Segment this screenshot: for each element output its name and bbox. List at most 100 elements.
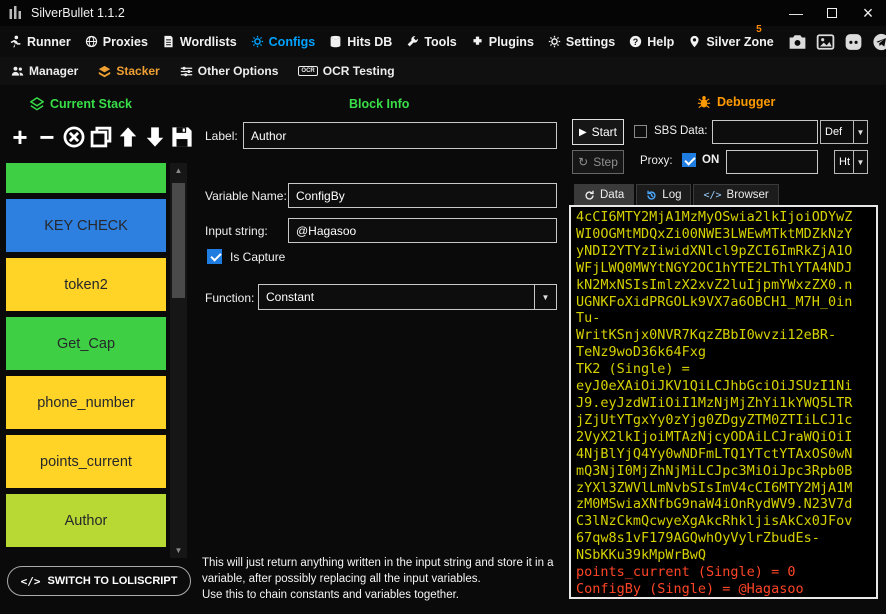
gallery-button[interactable] [816,33,835,51]
chevron-down-icon[interactable]: ▼ [853,121,867,143]
start-button[interactable]: ▶ Start [572,119,624,145]
function-caption: Function: [205,291,255,305]
ocr-icon: OCR [298,66,318,76]
data-caption: Data: [680,125,708,137]
switch-to-loliscript-label: SWITCH TO LOLISCRIPT [47,575,178,587]
code-icon: </> [20,574,41,588]
debugger-log[interactable]: 4cCI6MTY2MjA1MzMyOSwia2lkIjoiODYwZ WI0OGM… [569,205,878,599]
discord-button[interactable] [844,33,863,51]
stack-block-partial[interactable] [6,163,166,193]
close-button[interactable]: × [850,0,886,26]
log-line: UGNKFoXidPRGOLk9VX7a6OBCH1_M7H_0in [576,293,853,310]
help-icon: ? [629,35,642,48]
chevron-down-icon[interactable]: ▼ [853,151,867,173]
stack-block-label: token2 [64,276,108,293]
tab-other-options[interactable]: Other Options [180,64,278,78]
tab-log[interactable]: Log [636,184,692,205]
maximize-button[interactable] [814,0,850,26]
menu-help[interactable]: ? Help [629,35,674,49]
step-button[interactable]: ↻ Step [572,150,624,174]
stack-block[interactable]: phone_number [6,376,166,429]
tab-browser-label: Browser [726,189,769,201]
label-input[interactable] [243,122,557,149]
remove-block-button[interactable]: − [35,124,59,150]
start-button-label: Start [591,125,618,139]
proxy-input[interactable] [726,150,818,174]
copy-icon [90,126,112,148]
menu-runner-label: Runner [27,34,71,49]
sbs-checkbox[interactable] [634,125,647,138]
chevron-down-icon[interactable]: ▼ [534,285,556,309]
minus-icon: − [39,122,55,152]
tab-ocr-testing-label: OCR Testing [322,64,395,78]
log-line: 4NjBlYjQ4Yy0wNDFmLTQ1YTctYTAxOS0wN [576,445,853,462]
menu-configs-label: Configs [268,34,316,49]
scrollbar-thumb[interactable] [172,183,185,298]
configs-gear-icon [251,35,264,48]
menu-configs[interactable]: Configs [251,34,316,49]
menu-proxies[interactable]: Proxies [85,35,148,49]
move-down-button[interactable] [143,124,167,150]
menu-silverzone[interactable]: 5 Silver Zone [688,24,774,49]
function-dropdown[interactable]: Constant ▼ [258,284,557,310]
move-up-button[interactable] [116,124,140,150]
tab-data[interactable]: Data [574,184,635,205]
stack-block[interactable]: Author [6,494,166,547]
log-line: 4cCI6MTY2MjA1MzMyOSwia2lkIjoiODYwZ [576,209,853,225]
tab-stacker[interactable]: Stacker [98,64,160,78]
tab-manager[interactable]: Manager [11,64,78,78]
log-line: Tu- [576,310,601,327]
is-capture-checkbox[interactable] [207,249,222,264]
titlebar: SilverBullet 1.1.2 — × [0,0,886,26]
tab-log-label: Log [662,189,682,201]
discord-icon [845,33,862,50]
menu-plugins[interactable]: Plugins [471,35,534,49]
stack-block[interactable]: token2 [6,258,166,311]
screenshot-button[interactable] [788,33,807,51]
runner-icon [9,35,22,48]
add-block-button[interactable]: + [8,124,32,150]
debug-data-input[interactable] [712,120,818,144]
log-line: zM0MSwiaXNfbG9naW4iOnRydWV9.N23V7d [576,496,853,513]
camera-icon [789,34,806,49]
log-line: TK2 (Single) = [576,361,690,378]
telegram-button[interactable] [872,33,886,51]
log-line: eyJ0eXAiOiJKV1QiLCJhbGciOiJSUzI1Ni [576,378,853,395]
variable-name-input[interactable] [288,183,557,208]
clone-block-button[interactable] [89,124,113,150]
save-stack-button[interactable] [170,124,194,150]
proxy-type-dropdown[interactable]: Ht ▼ [834,150,868,174]
log-line: 67qw8s1vF179AGQwhOyVylrZbudEs- [576,530,820,547]
plus-icon: + [12,122,28,152]
log-line: zYXl3ZWVlLmNvbSIsImV4cCI6MTY2MjA1M [576,479,853,496]
scroll-up-icon[interactable]: ▲ [170,163,187,178]
scroll-down-icon[interactable]: ▼ [170,543,187,558]
tools-icon [406,35,419,48]
tab-browser[interactable]: </> Browser [693,184,779,205]
input-string-input[interactable] [288,218,557,243]
stack-block[interactable]: Get_Cap [6,317,166,370]
proxy-checkbox[interactable] [682,153,696,167]
menu-settings[interactable]: Settings [548,35,615,49]
menu-hitsdb[interactable]: Hits DB [329,35,392,49]
menu-tools[interactable]: Tools [406,35,457,49]
log-line: points_current (Single) = 0 [576,564,796,581]
menu-runner[interactable]: Runner [9,35,71,49]
stack-block[interactable]: KEY CHECK [6,199,166,252]
disable-block-button[interactable] [62,124,86,150]
stacker-layers-icon [98,65,111,78]
silverzone-pin-icon [688,35,701,48]
wordlists-icon [162,35,175,48]
switch-to-loliscript-button[interactable]: </> SWITCH TO LOLISCRIPT [7,566,191,596]
menu-hitsdb-label: Hits DB [347,34,393,49]
silverbullet-window: SilverBullet 1.1.2 — × Runner Proxies Wo… [0,0,886,614]
wordlist-type-dropdown[interactable]: Def ▼ [820,120,868,144]
play-icon: ▶ [578,126,587,138]
stack-block[interactable]: points_current [6,435,166,488]
step-icon: ↻ [578,155,589,169]
menu-wordlists[interactable]: Wordlists [162,35,237,49]
tab-ocr-testing[interactable]: OCR OCR Testing [298,64,395,78]
minimize-button[interactable]: — [778,0,814,26]
block-list-scrollbar[interactable]: ▲ ▼ [170,163,187,558]
tab-data-label: Data [600,189,625,201]
